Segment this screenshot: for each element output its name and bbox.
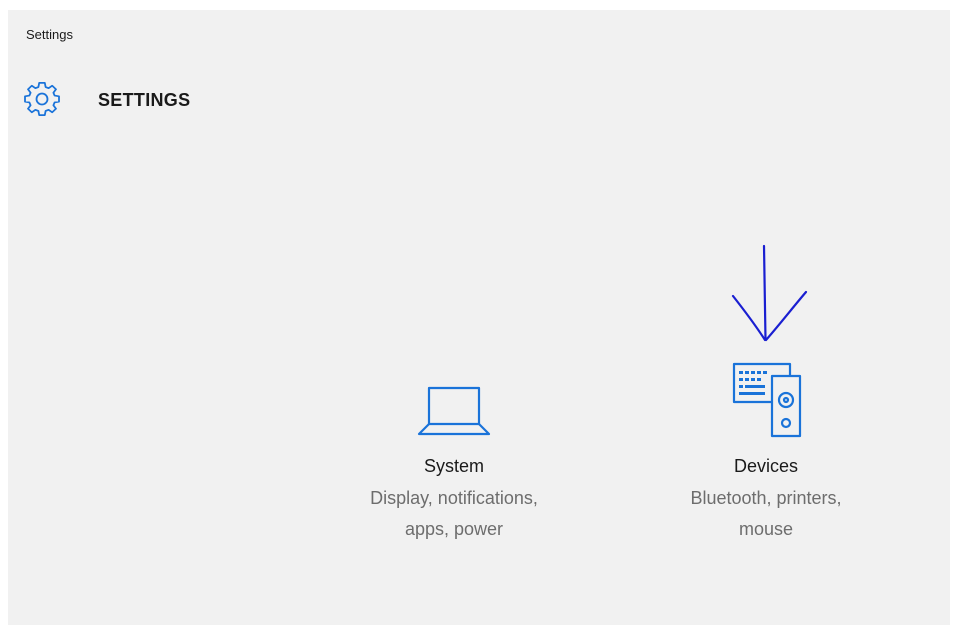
tile-label: Devices [733, 456, 799, 476]
laptop-icon [417, 386, 491, 436]
gear-icon [24, 82, 60, 117]
settings-window: Settings SETTINGS System Display, notifi… [8, 10, 950, 625]
devices-icon [732, 362, 802, 438]
tile-devices[interactable]: Devices Bluetooth, printers, mouse [646, 362, 886, 545]
tile-description: Bluetooth, printers, mouse [690, 488, 842, 539]
tile-label: System [423, 456, 484, 476]
settings-header: SETTINGS [24, 82, 190, 118]
window-title: Settings [26, 27, 73, 42]
tile-system[interactable]: System Display, notifications, apps, pow… [334, 370, 574, 545]
annotation-arrow-icon [731, 244, 808, 342]
page-title: SETTINGS [98, 89, 191, 110]
tile-description: Display, notifications, apps, power [370, 488, 538, 539]
